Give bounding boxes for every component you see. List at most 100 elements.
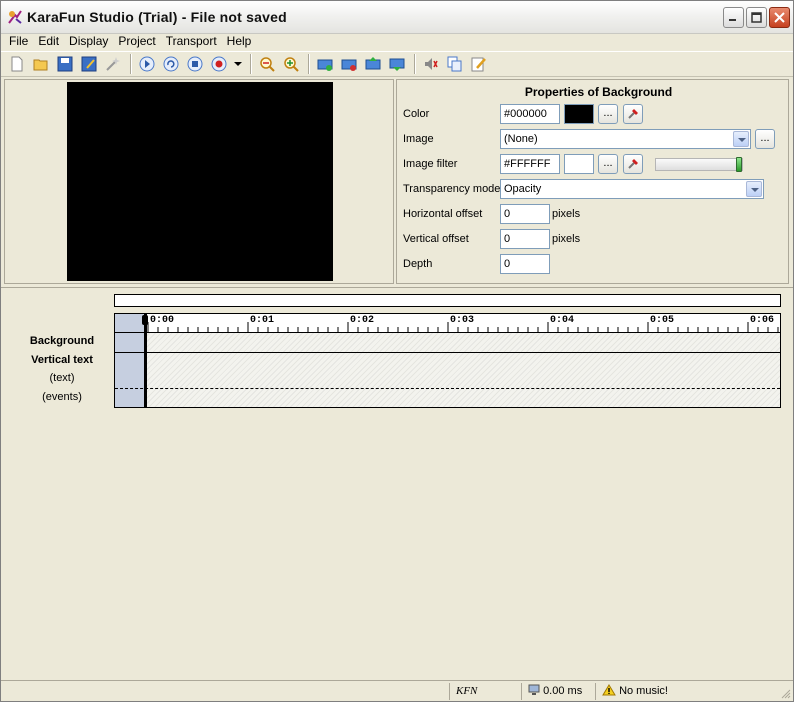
horizontal-offset-unit: pixels (552, 208, 581, 220)
zoom-out-icon (260, 57, 275, 72)
record-button[interactable] (208, 53, 230, 75)
menu-project[interactable]: Project (113, 34, 160, 50)
copy-button[interactable] (444, 53, 466, 75)
image-select-value: (None) (504, 133, 538, 145)
save-as-button[interactable] (78, 53, 100, 75)
status-music: No music! (595, 683, 775, 700)
track-separator-dashed (115, 388, 780, 389)
track-down-button[interactable] (386, 53, 408, 75)
status-time: 0.00 ms (521, 683, 595, 700)
image-label: Image (403, 133, 434, 145)
track-down-icon (389, 58, 405, 71)
image-select[interactable]: (None) (500, 129, 751, 149)
status-format-label: KFN (456, 685, 478, 697)
warning-icon (602, 684, 616, 696)
open-button[interactable] (30, 53, 52, 75)
delete-track-button[interactable] (338, 53, 360, 75)
vertical-offset-unit: pixels (552, 233, 581, 245)
new-file-button[interactable] (6, 53, 28, 75)
timeline-scrollbar[interactable] (114, 294, 781, 307)
maximize-button[interactable] (746, 7, 767, 28)
vertical-offset-field[interactable] (500, 229, 550, 249)
zoom-out-button[interactable] (256, 53, 278, 75)
track-label-events[interactable]: (events) (12, 391, 112, 403)
minimize-icon (729, 19, 736, 21)
ruler-ticks (147, 322, 779, 332)
menu-help[interactable]: Help (222, 34, 257, 50)
track-up-icon (365, 57, 381, 70)
wizard-button[interactable] (102, 53, 124, 75)
transparency-mode-value: Opacity (504, 183, 542, 195)
toolbar-separator (130, 54, 132, 74)
toolbar-separator (414, 54, 416, 74)
status-format: KFN (449, 683, 521, 700)
depth-label: Depth (403, 258, 433, 270)
chevron-down-icon (746, 181, 762, 197)
stop-button[interactable] (184, 53, 206, 75)
track-label-text[interactable]: (text) (12, 372, 112, 384)
menu-bar: File Edit Display Project Transport Help (1, 34, 793, 50)
image-filter-picker-button[interactable] (623, 154, 643, 174)
status-bar: KFN 0.00 ms No music! (1, 680, 793, 701)
app-window: KaraFun Studio (Trial) - File not saved … (0, 0, 794, 702)
image-filter-slider[interactable] (655, 157, 743, 172)
color-picker-button[interactable] (623, 104, 643, 124)
karafun-logo-icon (8, 10, 22, 24)
volume-button[interactable] (420, 53, 442, 75)
add-track-button[interactable] (314, 53, 336, 75)
menu-edit[interactable]: Edit (33, 34, 64, 50)
title-bar[interactable]: KaraFun Studio (Trial) - File not saved (1, 1, 793, 34)
menu-transport[interactable]: Transport (161, 34, 222, 50)
tick-label: 0:05 (650, 315, 675, 326)
eyedropper-icon (628, 159, 638, 169)
color-browse-button[interactable]: ... (598, 104, 618, 124)
delete-track-icon (341, 59, 357, 71)
edit-icon (471, 57, 486, 72)
image-filter-label: Image filter (403, 158, 458, 170)
add-track-icon (317, 59, 333, 71)
tick-label: 0:04 (550, 315, 575, 326)
playhead-handle[interactable] (142, 315, 148, 325)
image-filter-field[interactable] (500, 154, 560, 174)
vertical-offset-label: Vertical offset (403, 233, 469, 245)
menu-display[interactable]: Display (64, 34, 113, 50)
edit-button[interactable] (468, 53, 490, 75)
color-swatch[interactable] (564, 104, 594, 124)
track-label-vertical-text[interactable]: Vertical text (12, 354, 112, 366)
image-browse-button[interactable]: ... (755, 129, 775, 149)
depth-field[interactable] (500, 254, 550, 274)
properties-pane: Properties of Background Color ... Image… (396, 79, 789, 284)
resize-grip-icon[interactable] (779, 687, 791, 699)
menu-file[interactable]: File (4, 34, 33, 50)
tick-label: 0:06 (750, 315, 775, 326)
toolbar (1, 51, 793, 77)
image-filter-browse-button[interactable]: ... (598, 154, 618, 174)
color-field[interactable] (500, 104, 560, 124)
record-options-button[interactable] (232, 53, 244, 75)
close-button[interactable] (769, 7, 790, 28)
stop-icon (187, 56, 203, 72)
time-ruler[interactable]: 0:00 0:01 0:02 0:03 0:04 0:05 0:06 (114, 313, 781, 333)
window-title: KaraFun Studio (Trial) - File not saved (27, 9, 287, 25)
minimize-button[interactable] (723, 7, 744, 28)
track-area[interactable] (114, 332, 781, 408)
zoom-in-button[interactable] (280, 53, 302, 75)
playhead[interactable] (144, 314, 147, 408)
eyedropper-icon (628, 109, 638, 119)
track-label-background[interactable]: Background (12, 335, 112, 347)
volume-icon (425, 58, 438, 70)
save-as-icon (81, 56, 97, 72)
save-button[interactable] (54, 53, 76, 75)
horizontal-offset-field[interactable] (500, 204, 550, 224)
transparency-mode-select[interactable]: Opacity (500, 179, 764, 199)
track-up-button[interactable] (362, 53, 384, 75)
chevron-down-icon (733, 131, 749, 147)
preview-screen[interactable] (67, 82, 333, 281)
tick-label: 0:00 (150, 315, 175, 326)
image-filter-swatch[interactable] (564, 154, 594, 174)
loop-button[interactable] (160, 53, 182, 75)
slider-thumb[interactable] (736, 157, 742, 172)
tick-label: 0:02 (350, 315, 375, 326)
play-button[interactable] (136, 53, 158, 75)
new-file-icon (11, 56, 23, 72)
